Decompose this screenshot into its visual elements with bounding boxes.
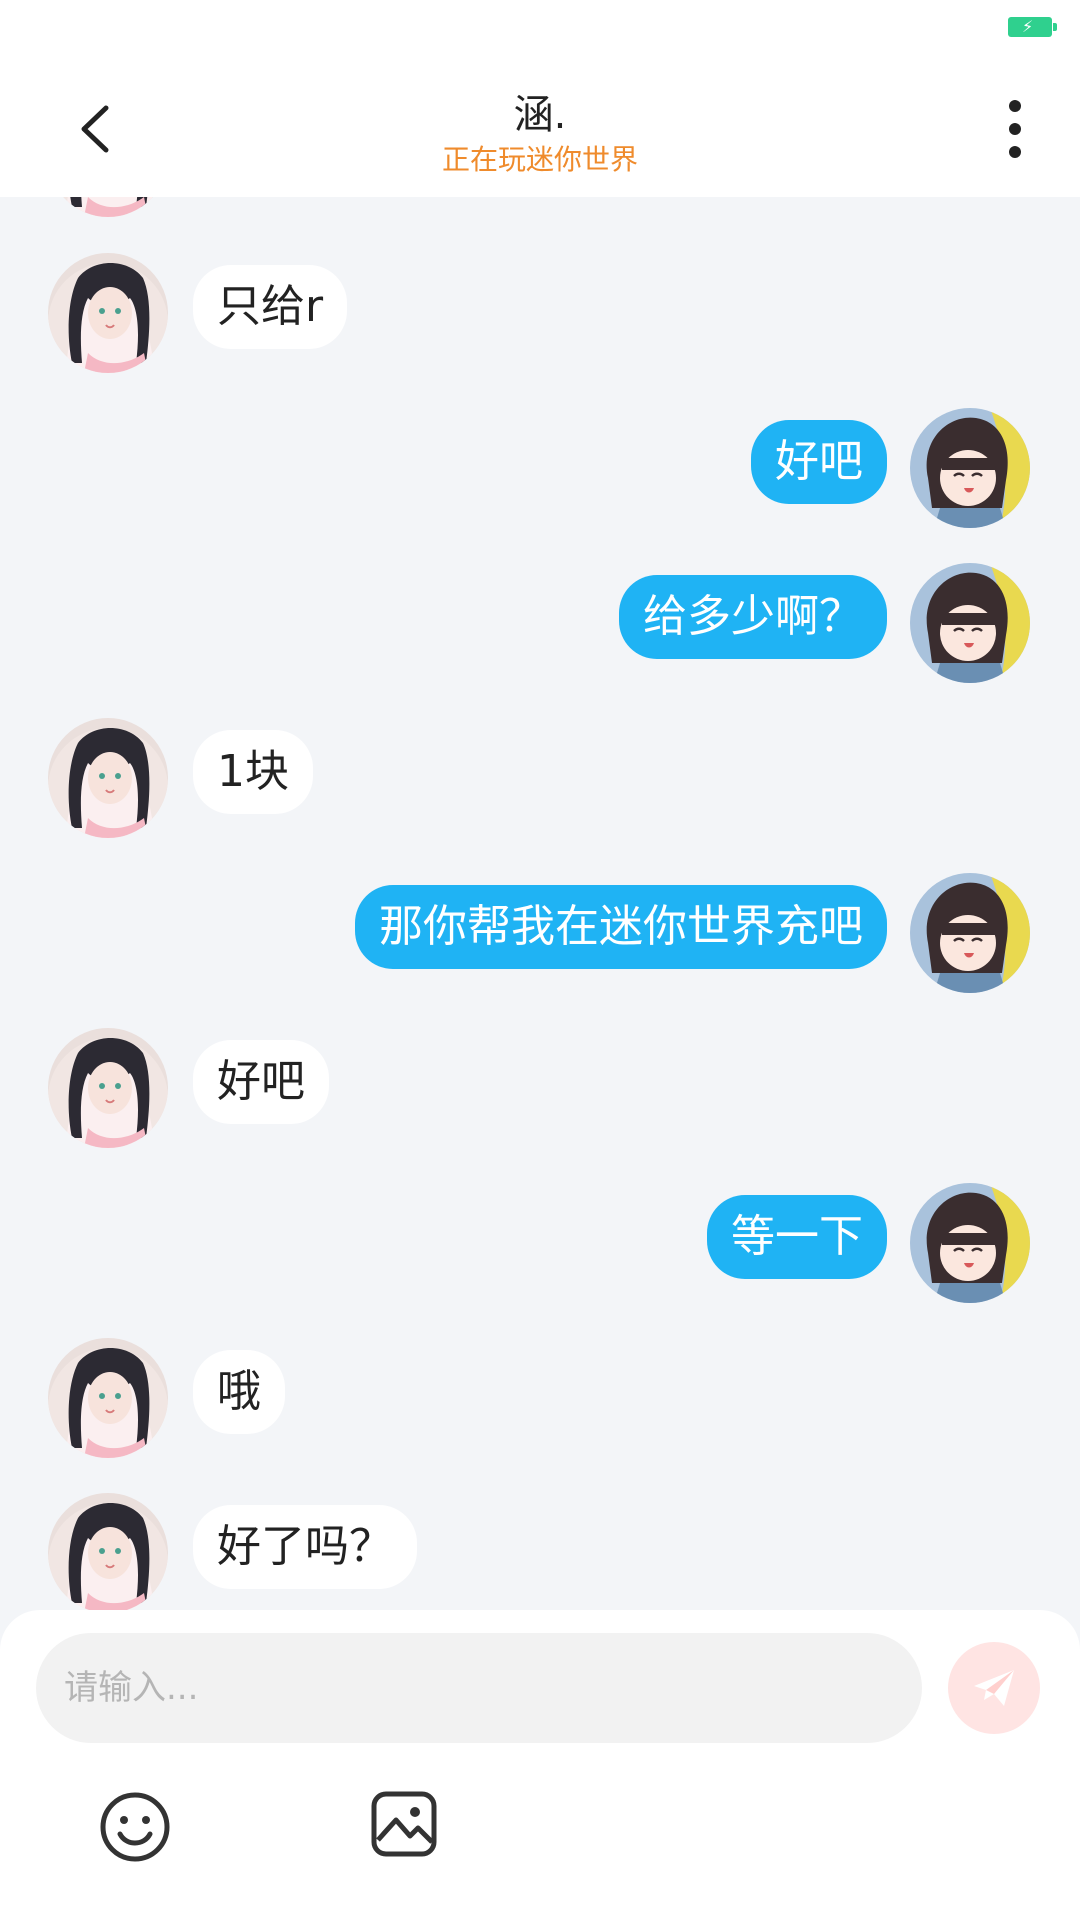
outgoing-message[interactable]: 那你帮我在迷你世界充吧 [355, 885, 887, 969]
image-icon [371, 1791, 437, 1857]
my-avatar[interactable] [910, 408, 1030, 528]
message-row: 给多少啊？ [0, 563, 1080, 683]
image-button[interactable] [370, 1790, 438, 1858]
chat-header: 涵. 正在玩迷你世界 [0, 60, 1080, 197]
send-button[interactable] [948, 1642, 1040, 1734]
outgoing-message[interactable]: 给多少啊？ [619, 575, 887, 659]
incoming-message[interactable]: 好了吗？ [193, 1505, 417, 1589]
my-avatar[interactable] [910, 873, 1030, 993]
contact-avatar[interactable] [48, 253, 168, 373]
message-row: 只给r [0, 253, 1080, 373]
contact-avatar[interactable] [48, 1338, 168, 1458]
outgoing-message[interactable]: 等一下 [707, 1195, 887, 1279]
more-vertical-icon [1009, 100, 1021, 158]
message-row: 哦 [0, 1338, 1080, 1458]
send-icon [974, 1670, 1014, 1706]
message-row: 好吧 [0, 408, 1080, 528]
message-input[interactable] [36, 1633, 922, 1743]
my-avatar[interactable] [910, 563, 1030, 683]
emoji-icon [100, 1792, 170, 1862]
contact-status: 正在玩迷你世界 [441, 143, 638, 176]
incoming-message[interactable]: 好吧 [193, 1040, 329, 1124]
message-composer [0, 1610, 1080, 1920]
contact-avatar[interactable] [48, 1028, 168, 1148]
chat-messages[interactable]: 只给r 好吧 给多少啊？ 1块 那你帮我在迷你世界充吧 好吧 等一下 哦 好了吗… [0, 197, 1080, 1610]
incoming-message[interactable]: 只给r [193, 265, 348, 349]
message-row: 好了吗？ [0, 1493, 1080, 1610]
outgoing-message[interactable]: 好吧 [751, 420, 887, 504]
contact-avatar[interactable] [48, 1493, 168, 1610]
message-row: 好吧 [0, 1028, 1080, 1148]
emoji-button[interactable] [98, 1790, 172, 1864]
contact-name: 涵. [513, 92, 567, 138]
status-bar: ⚡ [0, 0, 1080, 60]
incoming-message[interactable]: 1块 [193, 730, 313, 814]
contact-avatar-image [48, 197, 168, 217]
contact-avatar[interactable] [48, 197, 168, 217]
battery-charging-icon: ⚡ [1008, 17, 1057, 37]
message-row: 那你帮我在迷你世界充吧 [0, 873, 1080, 993]
contact-avatar[interactable] [48, 718, 168, 838]
incoming-message[interactable]: 哦 [193, 1350, 285, 1434]
more-options-button[interactable] [980, 94, 1050, 164]
message-row: 等一下 [0, 1183, 1080, 1303]
my-avatar[interactable] [910, 1183, 1030, 1303]
message-row: 1块 [0, 718, 1080, 838]
